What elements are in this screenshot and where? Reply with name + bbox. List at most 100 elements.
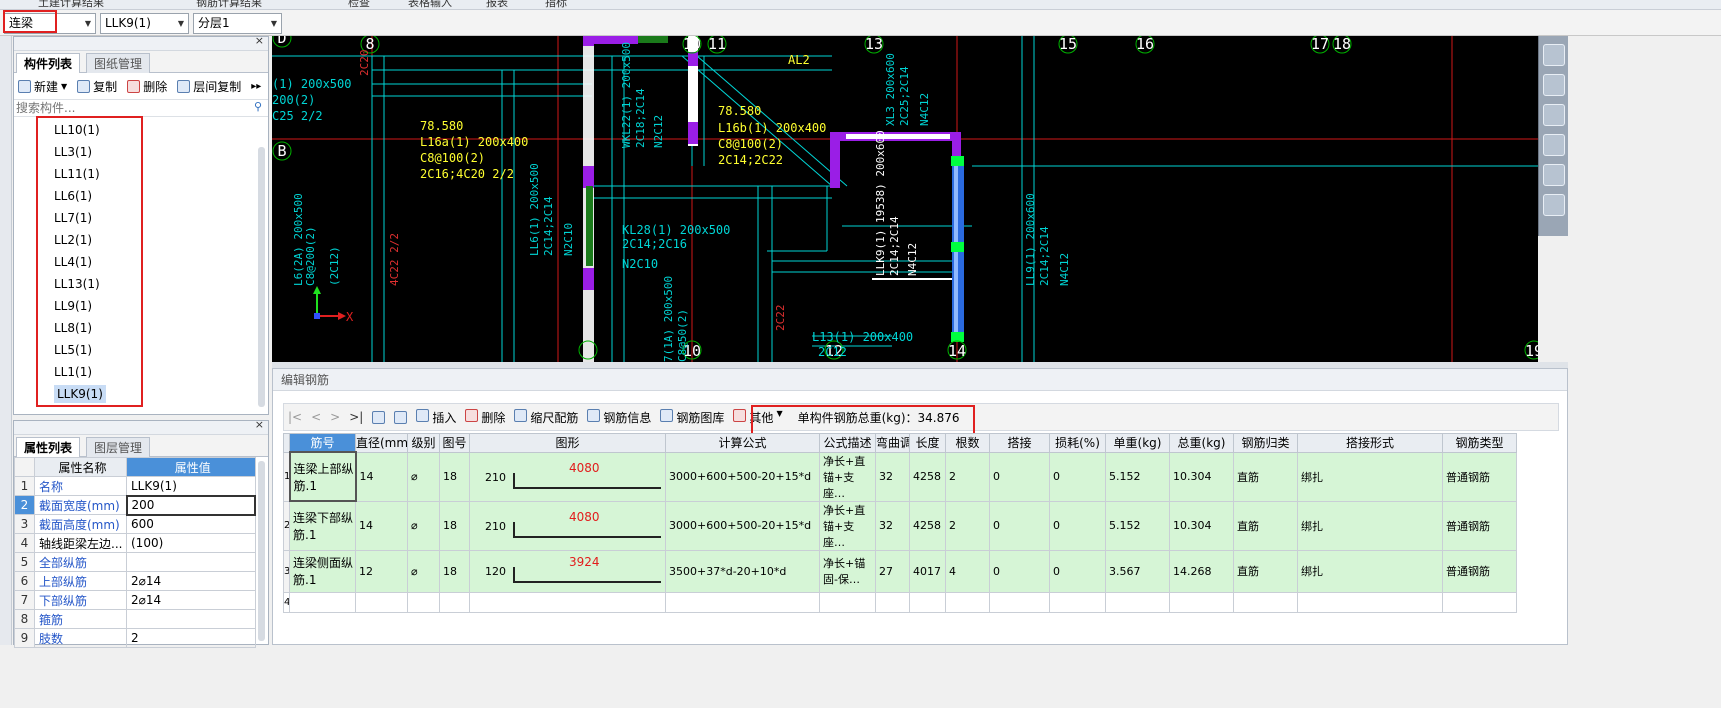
rebar-cell[interactable] <box>355 591 408 613</box>
rebar-cell[interactable] <box>945 591 990 613</box>
rebar-fig-cell[interactable]: 18 <box>439 549 470 593</box>
rebar-cell[interactable] <box>989 591 1050 613</box>
rebar-cell[interactable] <box>1105 591 1170 613</box>
more-icon[interactable]: ▸▸ <box>251 81 261 92</box>
layer-copy-button[interactable]: 层间复制 <box>177 78 241 95</box>
move-up-icon[interactable] <box>372 410 386 424</box>
rebar-cell[interactable] <box>1442 591 1517 613</box>
property-value[interactable]: 2 <box>126 628 256 648</box>
rebar-cell[interactable] <box>439 591 470 613</box>
rebar-row[interactable]: 2 连梁下部纵筋.114⌀18 210 4080 3000+600+500-20+15*… <box>283 500 1517 551</box>
rebar-row[interactable]: 1连梁上部纵筋.114⌀1821040803000+600+500-20+15*… <box>283 451 1517 502</box>
rebar-cell[interactable] <box>289 591 356 613</box>
rebar-library-button[interactable]: 钢筋图库 <box>660 408 724 426</box>
rebar-col-header[interactable]: 图号 <box>439 433 470 453</box>
rebar-col-header[interactable]: 公式描述 <box>819 433 876 453</box>
3d-view-icon[interactable] <box>1542 74 1565 96</box>
rebar-formula-cell[interactable]: 3000+600+500-20+15*d <box>665 500 820 551</box>
rebar-desc-cell[interactable]: 净长+直锚+支座… <box>819 500 876 551</box>
rebar-total-cell[interactable]: 10.304 <box>1169 500 1234 551</box>
rebar-col-header[interactable]: 级别 <box>407 433 440 453</box>
rebar-cell[interactable] <box>407 591 440 613</box>
search-icon[interactable]: ⚲ <box>254 100 262 113</box>
rebar-loss-cell[interactable]: 0 <box>1049 451 1106 502</box>
property-value[interactable]: (100) <box>126 533 256 553</box>
rebar-col-header[interactable]: 钢筋类型 <box>1442 433 1517 453</box>
insert-button[interactable]: 插入 <box>416 408 456 426</box>
delete-button[interactable]: 删除 <box>127 78 167 95</box>
menu-rebar-result[interactable]: 钢筋计算结果 <box>196 0 262 9</box>
last-record-icon[interactable]: >| <box>349 410 363 424</box>
property-row[interactable]: 3 截面高度(mm) 600 <box>14 514 256 534</box>
property-value[interactable] <box>126 552 256 572</box>
new-button[interactable]: 新建 ▼ <box>18 78 67 95</box>
rebar-lap-cell[interactable]: 0 <box>989 500 1050 551</box>
rebar-col-header[interactable]: 图形 <box>469 433 666 453</box>
search-input[interactable] <box>14 100 244 116</box>
rebar-desc-cell[interactable]: 净长+锚固-保… <box>819 549 876 593</box>
rebar-col-header[interactable]: 单重(kg) <box>1105 433 1170 453</box>
close-icon[interactable]: × <box>255 34 264 47</box>
rebar-count-cell[interactable]: 2 <box>945 500 990 551</box>
property-row[interactable]: 1 名称 LLK9(1) <box>14 476 256 496</box>
rebar-length-cell[interactable]: 4258 <box>909 451 946 502</box>
menu-table-input[interactable]: 表格输入 <box>408 0 452 9</box>
rebar-total-cell[interactable]: 10.304 <box>1169 451 1234 502</box>
rebar-bend-cell[interactable]: 27 <box>875 549 910 593</box>
rebar-lapform-cell[interactable]: 绑扎 <box>1297 549 1443 593</box>
rebar-col-header[interactable]: 筋号 <box>289 433 356 453</box>
list-scrollbar[interactable] <box>258 147 265 407</box>
rebar-cell[interactable] <box>1297 591 1443 613</box>
rebar-col-header[interactable]: 长度 <box>909 433 946 453</box>
property-value[interactable]: 2⌀14 <box>126 571 256 591</box>
menu-report[interactable]: 报表 <box>486 0 508 9</box>
rebar-dia-cell[interactable]: 14 <box>355 451 408 502</box>
rebar-count-cell[interactable]: 2 <box>945 451 990 502</box>
scale-rebar-button[interactable]: 缩尺配筋 <box>514 408 578 426</box>
rebar-cell[interactable] <box>875 591 910 613</box>
rebar-col-header[interactable]: 损耗(%) <box>1049 433 1106 453</box>
menu-index[interactable]: 指标 <box>545 0 567 9</box>
rebar-grade-cell[interactable]: ⌀ <box>407 549 440 593</box>
property-row[interactable]: 4 轴线距梁左边... (100) <box>14 533 256 553</box>
rebar-cls-cell[interactable]: 直筋 <box>1233 451 1298 502</box>
property-value[interactable]: 2⌀14 <box>126 590 256 610</box>
rebar-col-header[interactable]: 弯曲调整 <box>875 433 910 453</box>
rebar-type-cell[interactable]: 普通钢筋 <box>1442 549 1517 593</box>
rebar-cls-cell[interactable]: 直筋 <box>1233 500 1298 551</box>
tab-component-list[interactable]: 构件列表 <box>16 53 81 73</box>
rebar-lapform-cell[interactable]: 绑扎 <box>1297 500 1443 551</box>
rebar-total-cell[interactable]: 14.268 <box>1169 549 1234 593</box>
tab-drawing-management[interactable]: 图纸管理 <box>86 53 151 73</box>
property-value[interactable]: LLK9(1) <box>126 476 256 496</box>
delete-rebar-button[interactable]: 删除 <box>465 408 505 426</box>
property-row[interactable]: 8 箍筋 <box>14 609 256 629</box>
rebar-row[interactable]: 3连梁侧面纵筋.112⌀1812039243500+37*d-20+10*d净长… <box>283 549 1517 593</box>
rebar-type-cell[interactable]: 普通钢筋 <box>1442 500 1517 551</box>
rebar-col-header[interactable]: 搭接 <box>989 433 1050 453</box>
rebar-desc-cell[interactable]: 净长+直锚+支座… <box>819 451 876 502</box>
rebar-lap-cell[interactable]: 0 <box>989 451 1050 502</box>
layer-select[interactable]: 分层1 ▼ <box>193 13 282 34</box>
rebar-cell[interactable] <box>665 591 820 613</box>
rebar-info-button[interactable]: 钢筋信息 <box>587 408 651 426</box>
rebar-shape-cell[interactable]: 210 4080 <box>469 451 666 502</box>
rebar-bend-cell[interactable]: 32 <box>875 500 910 551</box>
rebar-formula-cell[interactable]: 3000+600+500-20+15*d <box>665 451 820 502</box>
rebar-length-cell[interactable]: 4258 <box>909 500 946 551</box>
rebar-cell[interactable] <box>1233 591 1298 613</box>
rebar-cell[interactable] <box>1049 591 1106 613</box>
rebar-col-header[interactable]: 钢筋归类 <box>1233 433 1298 453</box>
rebar-bend-cell[interactable]: 32 <box>875 451 910 502</box>
property-value[interactable]: 200 <box>125 494 256 516</box>
rebar-type-cell[interactable]: 普通钢筋 <box>1442 451 1517 502</box>
property-row[interactable]: 9 肢数 2 <box>14 628 256 648</box>
rebar-grade-cell[interactable]: ⌀ <box>407 451 440 502</box>
rebar-shape-cell[interactable]: 210 4080 <box>469 500 666 551</box>
rebar-cell[interactable] <box>909 591 946 613</box>
rebar-lapform-cell[interactable]: 绑扎 <box>1297 451 1443 502</box>
cad-drawing-canvas[interactable]: D 8 10 11 13 15 16 17 18 B 10 12 14 19 A… <box>272 36 1538 362</box>
rebar-grade-cell[interactable]: ⌀ <box>407 500 440 551</box>
rebar-dia-cell[interactable]: 12 <box>355 549 408 593</box>
prev-record-icon[interactable]: < <box>311 410 321 424</box>
